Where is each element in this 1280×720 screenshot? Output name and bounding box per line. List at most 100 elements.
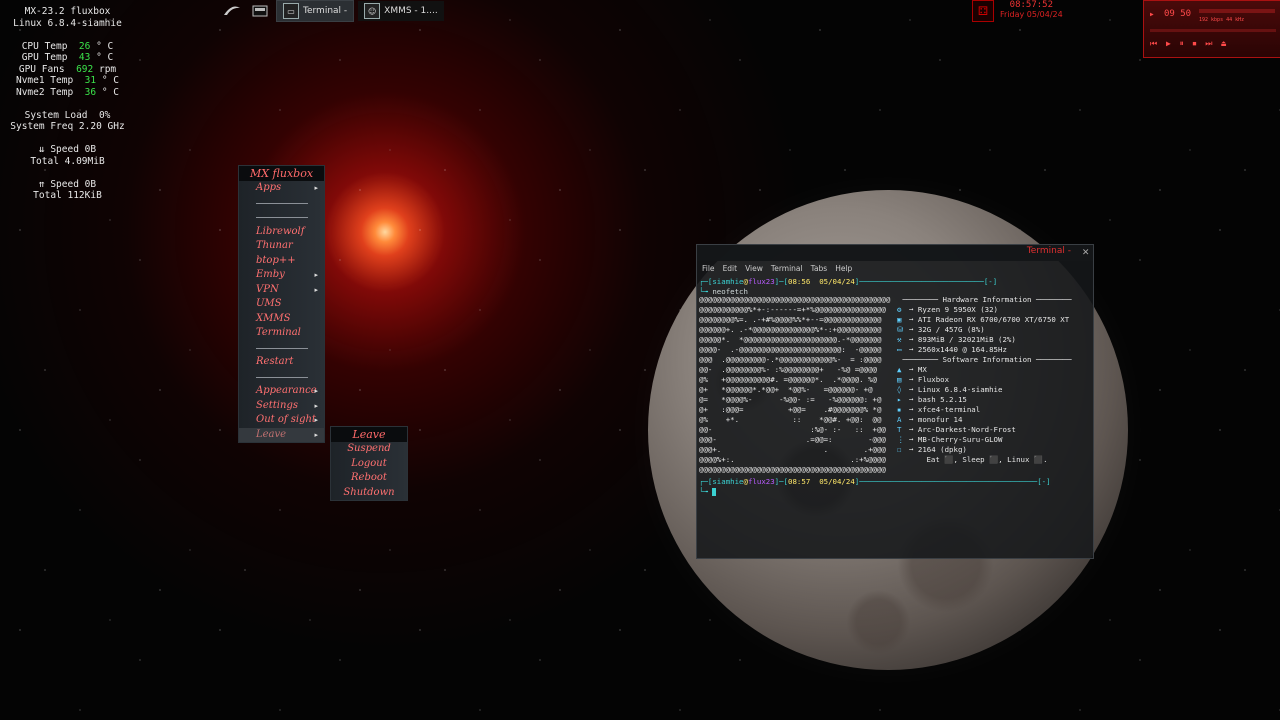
menu-item-leave[interactable]: Leave ▸ [239,427,324,442]
xmms-info: 192 kbps 44 kHz [1199,17,1245,23]
arrow-right-icon: ➞ [909,325,918,334]
arrow-right-icon: ➞ [909,335,918,344]
menu-item-xmms[interactable]: XMMS [239,312,324,327]
ascii-row: @@@@@@@@@@@@@@@@@@@@@@@@@@@@@@@@@@@@@@@@… [699,295,891,304]
taskbar-xmms[interactable]: ☺ XMMS - 1.... [358,1,444,21]
terminal-window[interactable]: Terminal - ✕ File Edit View Terminal Tab… [696,244,1094,559]
software-info-row: ⋮ ➞ MB-Cherry-Suru-GLOW [887,435,1087,445]
info-icon: ▪ [897,405,902,414]
neofetch-info: ──────── Hardware Information ──────── ⚙… [887,295,1087,465]
software-info-row: ☐ ➞ 2164 (dpkg) [887,445,1087,455]
ascii-row: @@@+. . .+@@@ [699,445,886,454]
menu-item-thunar[interactable]: Thunar [239,239,324,254]
info-value: xfce4-terminal [917,405,981,414]
input-line[interactable]: └╼ [699,487,717,497]
hardware-info-row: ⚙ ➞ Ryzen 9 5950X (32) [887,305,1087,315]
arrow-right-icon: ➞ [909,365,918,374]
xmms-state-icon: ▶ [1150,11,1154,18]
info-icon: ▭ [897,345,902,354]
kernel-label: Linux 6.8.4-siamhie [13,17,122,29]
prompt-line-1: ┌─[siamhie@flux23]─[08:56 05/04/24]─────… [699,277,998,286]
arrow-right-icon: ➞ [909,405,918,414]
menu-edit[interactable]: Edit [723,264,738,273]
menu-item-restart[interactable]: Restart [239,355,324,370]
prompt-line-2: ┌─[siamhie@flux23]─[08:57 05/04/24]─────… [699,477,1051,486]
info-icon: ☐ [897,445,902,454]
arrow-right-icon: ➞ [909,415,918,424]
software-info-row: ▪ ➞ xfce4-terminal [887,405,1087,415]
taskbar-terminal[interactable]: ▭ Terminal - [276,0,355,22]
software-header: ──────── Software Information ──────── [902,355,1072,364]
nvme1-temp-row: Nvme1 Temp 31 ° C [15,75,119,86]
info-icon: ⛁ [897,325,904,334]
xmms-controls[interactable]: ⏮ ▶ ⏸ ⏹ ⏭ ⏏ [1150,39,1228,49]
system-load: System Load 0% [24,109,111,121]
info-icon: T [897,425,902,434]
menu-item-appearance[interactable]: Appearance ▸ [239,384,324,399]
xmms-player[interactable]: ▶ 09 50 192 kbps 44 kHz ⏮ ▶ ⏸ ⏹ ⏭ ⏏ [1143,0,1280,58]
clock-date: Friday 05/04/24 [1000,10,1063,19]
menu-item-suspend[interactable]: Suspend [331,442,407,457]
info-icon: ⚒ [897,335,902,344]
menu-view[interactable]: View [745,264,763,273]
ascii-row: @@@@@*. *@@@@@@@@@@@@@@@@@@@@@.-*@@@@@@@ [699,335,882,344]
ascii-row: @@@@@@+. .-*@@@@@@@@@@@@@@%*-:+@@@@@@@@@… [699,325,882,334]
info-icon: ◊ [897,385,902,394]
submenu-title: Leave [331,427,407,442]
arrow-right-icon: ➞ [909,345,918,354]
info-value: MB-Cherry-Suru-GLOW [917,435,1003,444]
menu-separator [239,196,324,211]
software-info-row: ▤ ➞ Fluxbox [887,375,1087,385]
gpu-fans-row: GPU Fans 692 rpm [18,63,117,75]
close-icon[interactable]: ✕ [1082,245,1089,258]
workspace-icon[interactable] [248,1,272,21]
menu-title: MX fluxbox [239,166,324,181]
menu-tabs[interactable]: Tabs [811,264,828,273]
info-value: 32G / 457G (8%) [917,325,985,334]
cpu-temp-row: CPU Temp 26 ° C [21,40,114,52]
menu-item-reboot[interactable]: Reboot [331,471,407,486]
menu-item-ums[interactable]: UMS [239,297,324,312]
menu-item-shutdown[interactable]: Shutdown [331,486,407,501]
info-value: bash 5.2.15 [917,395,967,404]
info-value: Fluxbox [917,375,950,384]
software-info-row: ◊ ➞ Linux 6.8.4-siamhie [887,385,1087,395]
info-icon: ▸ [897,395,902,404]
mx-logo-icon[interactable] [220,1,244,21]
menu-item-apps[interactable]: Apps ▸ [239,181,324,196]
menu-item-out-of-sight[interactable]: Out of sight ▸ [239,413,324,428]
terminal-icon: ▭ [283,3,299,19]
ascii-row: @@@@- .-@@@@@@@@@@@@@@@@@@@@@@@: -@@@@@ [699,345,882,354]
system-freq: System Freq 2.20 GHz [10,121,125,132]
menu-item-logout[interactable]: Logout [331,457,407,472]
menu-help[interactable]: Help [835,264,852,273]
info-icon: A [897,415,902,424]
info-icon: ▲ [897,365,902,374]
menu-terminal[interactable]: Terminal [771,264,803,273]
info-icon: ▣ [897,315,902,324]
clock: ⚃ 08:57:52 Friday 05/04/24 [972,0,1063,22]
arrow-right-icon: ➞ [909,375,918,384]
menu-item-emby[interactable]: Emby ▸ [239,268,324,283]
software-info-row: T ➞ Arc-Darkest-Nord-Frost [887,425,1087,435]
clock-time: 08:57:52 [1009,0,1054,10]
menu-item-settings[interactable]: Settings ▸ [239,399,324,414]
ascii-row: @+ :@@@= +@@= .#@@@@@@@% *@ [699,405,882,414]
menu-item-librewolf[interactable]: Librewolf [239,225,324,240]
text-cursor [712,488,717,496]
ascii-row: @= *@@@@%- -%@@- := -%@@@@@@: +@ [699,395,882,404]
calendar-icon[interactable]: ⚃ [972,0,994,22]
terminal-titlebar[interactable]: Terminal - ✕ [697,245,1093,261]
menu-item-btop[interactable]: btop++ [239,254,324,269]
xmms-seek-bar[interactable] [1150,29,1276,32]
xmms-time: 09 50 [1164,9,1192,19]
arrow-right-icon: ➞ [909,435,918,444]
hardware-info-row: ⚒ ➞ 893MiB / 32021MiB (2%) [887,335,1087,345]
menu-item-terminal[interactable]: Terminal [239,326,324,341]
menu-file[interactable]: File [702,264,715,273]
neofetch-ascii-logo: @@@@@@@@@@@@@@@@@@@@@@@@@@@@@@@@@@@@@@@@… [699,295,891,475]
menu-item-vpn[interactable]: VPN ▸ [239,283,324,298]
software-info-row: A ➞ monofur 14 [887,415,1087,425]
terminal-body[interactable]: ┌─[siamhie@flux23]─[08:56 05/04/24]─────… [699,277,1091,552]
taskbar: ▭ Terminal - ☺ XMMS - 1.... [220,0,444,22]
